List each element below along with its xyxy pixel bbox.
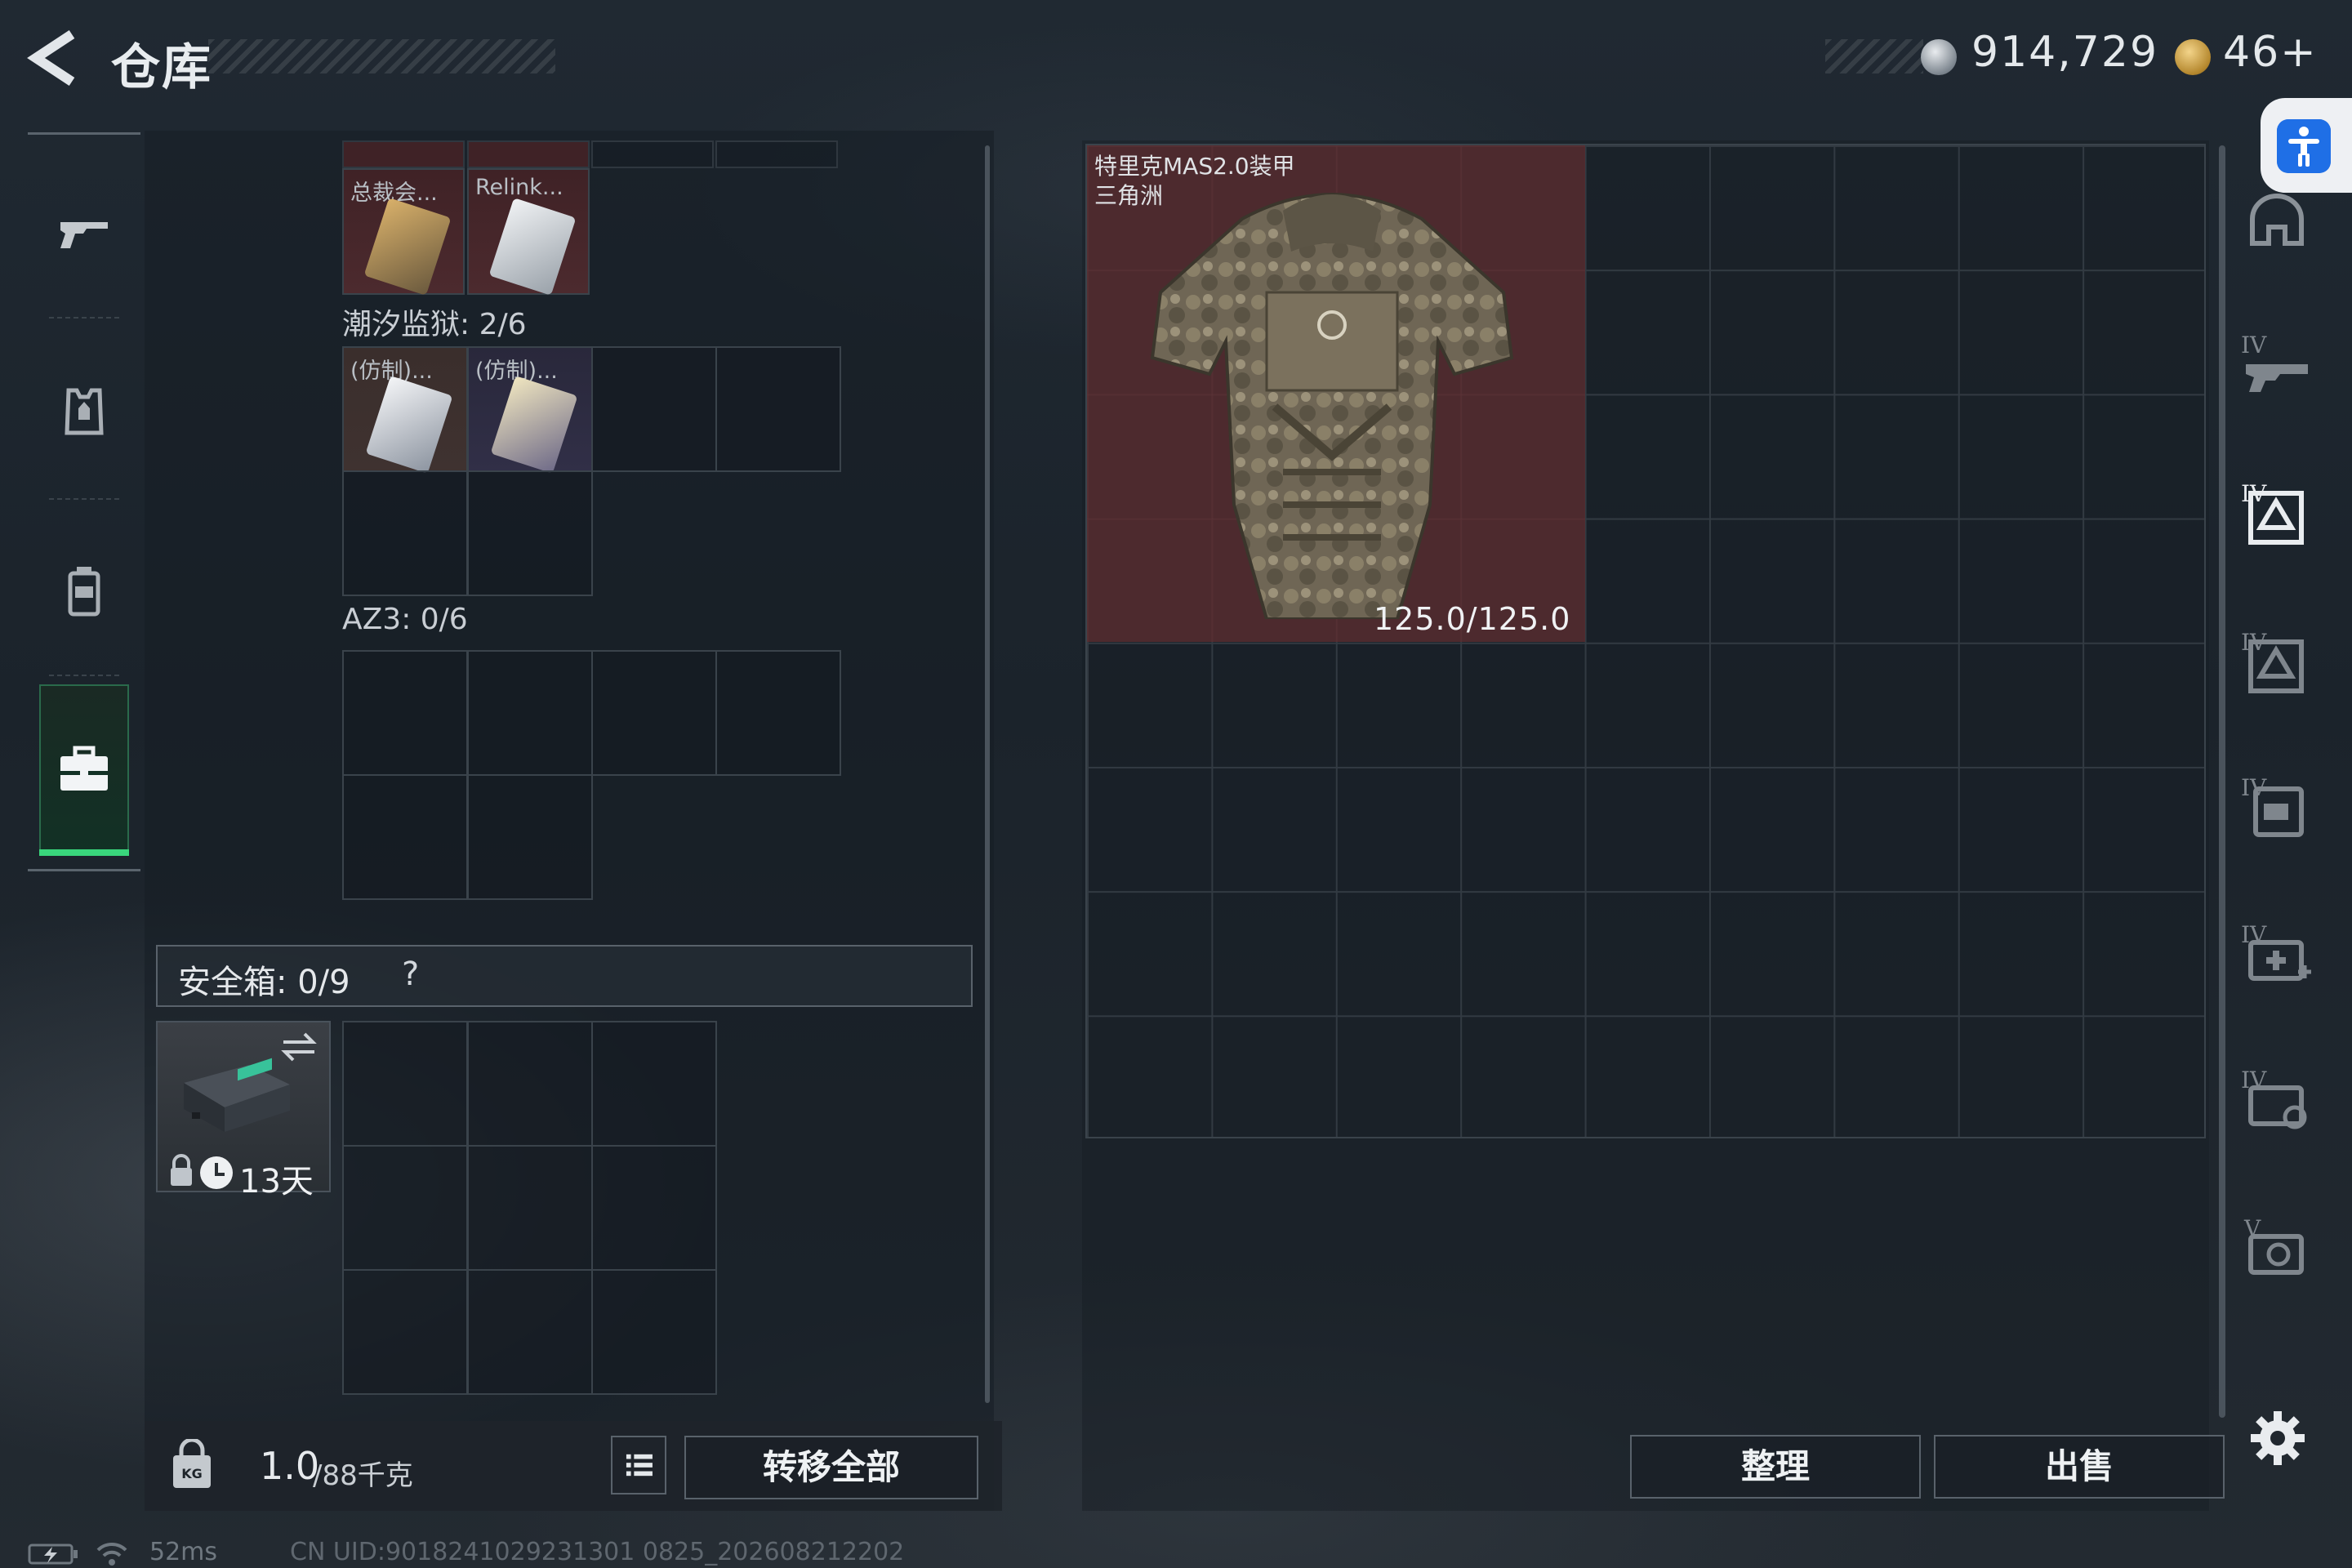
user-uid: CN UID:9018241029231301 0825_20260821220… — [290, 1538, 905, 1566]
empty-slot[interactable] — [342, 650, 468, 776]
weight-current: 1.0 — [260, 1444, 320, 1488]
empty-slot[interactable] — [591, 650, 717, 776]
item-keycard-replica-2[interactable]: (仿制)... — [467, 346, 593, 474]
silver-coin-icon — [1921, 39, 1957, 75]
page-title: 仓库 — [111, 39, 212, 96]
section-label-tidal-prison: 潮汐监狱: 2/6 — [342, 308, 527, 341]
empty-slot[interactable] — [342, 470, 468, 596]
keycard-icon — [363, 198, 452, 296]
nav-separator — [49, 498, 119, 500]
item-name: Relink... — [475, 175, 564, 200]
item-slot[interactable] — [467, 140, 590, 168]
back-arrow-icon[interactable] — [24, 28, 82, 88]
filter-tier4-weapon-icon[interactable]: IV — [2238, 328, 2316, 399]
empty-slot[interactable] — [715, 650, 841, 776]
list-view-icon[interactable] — [611, 1436, 666, 1494]
weight-max: /88千克 — [313, 1459, 413, 1492]
swap-icon[interactable] — [280, 1031, 318, 1063]
clock-icon — [200, 1156, 233, 1189]
nav-weapons-icon[interactable] — [51, 198, 118, 265]
armor-origin: 三角洲 — [1094, 182, 1164, 209]
empty-slot[interactable] — [467, 470, 593, 596]
filter-tier4-backpack-icon[interactable]: IV — [2238, 771, 2316, 841]
keycard-icon — [488, 198, 577, 296]
empty-slot[interactable] — [715, 346, 841, 472]
weight-bag-icon[interactable]: KG — [163, 1439, 220, 1496]
filter-tier4-vest-icon[interactable]: IV — [2238, 626, 2316, 696]
nav-storage-icon[interactable] — [59, 745, 109, 794]
wifi-icon — [96, 1542, 127, 1566]
nav-divider — [28, 869, 140, 871]
filter-tier4-tools-icon[interactable]: IV — [2238, 1063, 2316, 1134]
safebox-slot[interactable] — [342, 1145, 468, 1271]
keycard-icon — [490, 376, 578, 474]
nav-armor-icon[interactable] — [51, 379, 118, 446]
empty-slot[interactable] — [467, 774, 593, 900]
empty-slot[interactable] — [591, 346, 717, 472]
sort-button[interactable]: 整理 — [1630, 1435, 1921, 1499]
nav-divider — [28, 132, 140, 135]
left-scrollbar[interactable] — [985, 145, 990, 1403]
silver-currency-amount: 914,729 — [1971, 28, 2159, 77]
item-keycard-replica-1[interactable]: (仿制)... — [342, 346, 468, 474]
item-armor[interactable] — [1087, 145, 1585, 642]
item-slot[interactable] — [715, 140, 838, 168]
safebox-slot[interactable] — [591, 1145, 717, 1271]
nav-backpack-icon[interactable] — [51, 559, 118, 626]
sell-button[interactable]: 出售 — [1934, 1435, 2225, 1499]
safebox-slot[interactable] — [342, 1021, 468, 1147]
safebox-slot[interactable] — [467, 1021, 593, 1147]
keycard-icon — [365, 376, 453, 474]
safebox-slot[interactable] — [467, 1269, 593, 1395]
svg-text:KG: KG — [181, 1466, 203, 1481]
title-decoration — [208, 39, 555, 74]
safebox-slot[interactable] — [342, 1269, 468, 1395]
accessibility-icon[interactable] — [2277, 119, 2331, 173]
filter-helmet-icon[interactable] — [2238, 186, 2316, 256]
tier-label: IV — [2241, 332, 2267, 359]
filter-tier4-armor-icon[interactable]: IV — [2238, 477, 2316, 547]
empty-slot[interactable] — [467, 650, 593, 776]
safebox-slot[interactable] — [591, 1021, 717, 1147]
safebox-label: 安全箱: 0/9 — [178, 964, 350, 1001]
safebox-case[interactable]: 13天 — [156, 1021, 331, 1200]
currency-decoration — [1825, 39, 1923, 74]
battery-icon — [28, 1544, 78, 1565]
safebox-help-button[interactable]: ? — [402, 956, 419, 993]
armor-name: 特里克MAS2.0装甲 — [1094, 153, 1295, 180]
body-armor-icon — [1150, 193, 1514, 619]
settings-gear-icon[interactable] — [2247, 1408, 2308, 1468]
item-slot[interactable] — [591, 140, 714, 168]
gold-currency-amount[interactable]: 46+ — [2223, 28, 2318, 77]
nav-separator — [49, 317, 119, 318]
nav-active-indicator — [39, 849, 129, 856]
gold-coin-icon — [2175, 39, 2211, 75]
item-keycard-2[interactable]: Relink... — [467, 168, 590, 296]
filter-tier5-misc-icon[interactable]: V — [2238, 1212, 2316, 1282]
armor-name-block: 特里克MAS2.0装甲 三角洲 — [1094, 152, 1295, 211]
section-label-az3: AZ3: 0/6 — [342, 603, 468, 636]
item-slot[interactable] — [342, 140, 465, 168]
item-keycard-1[interactable]: 总裁会... — [342, 168, 465, 296]
safebox-case-icon — [184, 1058, 290, 1132]
nav-separator — [49, 675, 119, 676]
empty-slot[interactable] — [342, 774, 468, 900]
network-ping: 52ms — [149, 1538, 218, 1566]
armor-durability: 125.0/125.0 — [1374, 601, 1571, 637]
transfer-all-button[interactable]: 转移全部 — [684, 1436, 978, 1499]
safebox-slot[interactable] — [591, 1269, 717, 1395]
safebox-slot[interactable] — [467, 1145, 593, 1271]
right-scrollbar[interactable] — [2219, 145, 2225, 1418]
lock-icon — [171, 1154, 192, 1186]
filter-tier4-medical-icon[interactable]: IV — [2238, 918, 2316, 988]
safebox-timer: 13天 — [239, 1163, 314, 1200]
